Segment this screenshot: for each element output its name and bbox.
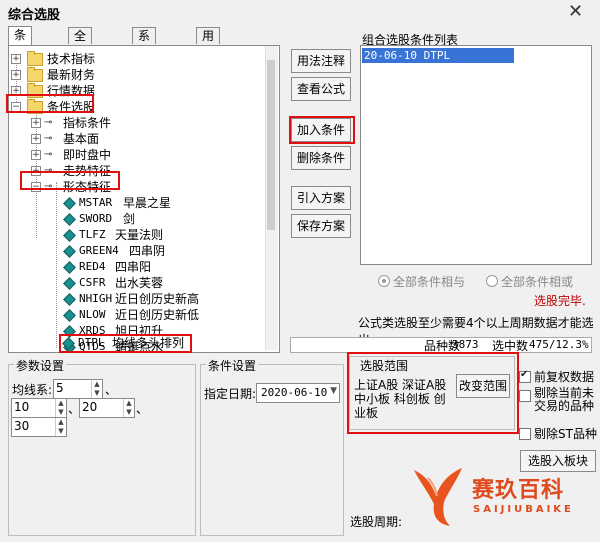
- pattern-name: 剑: [123, 212, 136, 226]
- pattern-code: TLFZ: [79, 228, 106, 241]
- pattern-name: 近日创历史新高: [115, 292, 200, 306]
- date-value: 2020-06-10: [261, 386, 328, 399]
- expand-icon[interactable]: +: [11, 54, 21, 64]
- import-plan-button[interactable]: 引入方案: [291, 186, 351, 210]
- ma-period-1: 5: [56, 381, 64, 395]
- tree-item-label: 技术指标: [47, 52, 96, 66]
- ma-period-3: 20: [82, 400, 98, 414]
- key-icon: ⊸: [44, 133, 53, 144]
- formula-icon: [63, 213, 76, 226]
- tree-item-label: 最新财务: [47, 68, 96, 82]
- ma-period-4: 30: [14, 419, 30, 433]
- highlight-box-scope: [347, 352, 519, 434]
- spinner-arrows-icon[interactable]: ▲ ▼: [55, 418, 66, 436]
- period-label: 选股周期:: [350, 515, 403, 529]
- pattern-name: 四串阳: [115, 260, 152, 274]
- ma-period-2: 10: [14, 400, 30, 414]
- formula-icon: [63, 261, 76, 274]
- variety-count: 3873: [452, 338, 479, 351]
- or-radio-label: 全部条件相或: [501, 275, 574, 289]
- condition-tree[interactable]: + 技术指标 + 最新财务 + 行情数据 − 条件选股 + ⊸ 指标条件 + ⊸…: [8, 45, 280, 353]
- pattern-name: 天量法则: [115, 228, 164, 242]
- tree-item-label: 指标条件: [63, 116, 112, 130]
- expand-icon[interactable]: +: [31, 150, 41, 160]
- separator: 、: [136, 402, 149, 416]
- pattern-code: GREEN4: [79, 244, 119, 257]
- params-group-label: 参数设置: [14, 357, 67, 374]
- exclude-untraded-label: 剔除当前未交易的品种: [534, 386, 595, 413]
- condition-settings-label: 条件设置: [206, 357, 259, 374]
- ma-period-2-spinner[interactable]: 10 ▲ ▼: [11, 398, 67, 418]
- window-title: 综合选股: [8, 8, 61, 23]
- pattern-code: RED4: [79, 260, 106, 273]
- tree-item-label: 基本面: [63, 132, 100, 146]
- title-bar: [0, 0, 600, 24]
- tab-condition-group[interactable]: 条件组: [8, 26, 33, 74]
- usage-notes-button[interactable]: 用法注释: [291, 49, 351, 73]
- pattern-name: 早晨之星: [123, 196, 172, 210]
- condition-list-item[interactable]: 20-06-10 DTPL (5,10,20,30): [362, 48, 514, 77]
- prior-rights-label: 前复权数据: [534, 370, 595, 384]
- exclude-st-label: 剔除ST品种: [534, 427, 597, 441]
- pattern-code: CSFR: [79, 276, 106, 289]
- view-formula-button[interactable]: 查看公式: [291, 77, 351, 101]
- prior-rights-checkbox[interactable]: [519, 369, 531, 383]
- formula-icon: [63, 197, 76, 210]
- date-label: 指定日期:: [204, 387, 257, 401]
- pattern-name: 近日创历史新低: [115, 308, 200, 322]
- formula-icon: [63, 293, 76, 306]
- spinner-arrows-icon[interactable]: ▲ ▼: [91, 380, 102, 398]
- expand-icon[interactable]: +: [31, 134, 41, 144]
- ma-period-4-spinner[interactable]: 30 ▲ ▼: [11, 417, 67, 437]
- expand-icon[interactable]: +: [31, 118, 41, 128]
- key-icon: ⊸: [44, 117, 53, 128]
- formula-icon: [63, 229, 76, 242]
- pattern-code: MSTAR: [79, 196, 113, 209]
- spinner-arrows-icon[interactable]: ▲ ▼: [123, 399, 134, 417]
- pattern-code: NHIGH: [79, 292, 113, 305]
- separator: 、: [105, 383, 118, 397]
- folder-icon: [27, 67, 43, 82]
- save-plan-button[interactable]: 保存方案: [291, 214, 351, 238]
- exclude-untraded-checkbox[interactable]: [519, 390, 531, 402]
- status-done: 选股完毕.: [534, 294, 586, 308]
- exclude-st-checkbox[interactable]: [519, 428, 531, 440]
- to-block-button[interactable]: 选股入板块: [520, 450, 596, 472]
- tab-user-conditions[interactable]: 用户条件: [196, 27, 221, 91]
- watermark-title: 赛玖百科: [472, 478, 565, 503]
- and-radio[interactable]: [378, 275, 390, 287]
- watermark-subtitle: SAIJIUBAIKE: [473, 504, 574, 515]
- highlight-box-condition-pick: [6, 94, 94, 113]
- pattern-code: SWORD: [79, 212, 113, 225]
- expand-icon[interactable]: +: [11, 70, 21, 80]
- key-icon: ⊸: [44, 149, 53, 160]
- ma-label: 均线系:: [12, 383, 53, 397]
- pattern-name: 四串阴: [129, 244, 166, 258]
- formula-icon: [63, 245, 76, 258]
- ma-period-3-spinner[interactable]: 20 ▲ ▼: [79, 398, 135, 418]
- highlight-box-dtpl: [59, 334, 192, 353]
- delete-condition-button[interactable]: 删除条件: [291, 146, 351, 170]
- fish-tail-logo-icon: [414, 468, 462, 526]
- tree-scrollbar-thumb[interactable]: [267, 60, 275, 230]
- tree-item-label: 即时盘中: [63, 148, 112, 162]
- selected-count: 475/12.3%: [529, 338, 589, 351]
- pattern-code: NLOW: [79, 308, 106, 321]
- close-icon[interactable]: ✕: [568, 1, 583, 22]
- or-radio[interactable]: [486, 275, 498, 287]
- formula-icon: [63, 277, 76, 290]
- tab-system-conditions[interactable]: 系统条件: [132, 27, 157, 91]
- highlight-box-pattern-features: [20, 171, 120, 190]
- and-radio-label: 全部条件相与: [393, 275, 466, 289]
- pattern-name: 出水芙蓉: [115, 276, 164, 290]
- date-picker[interactable]: 2020-06-10 ▼: [256, 383, 340, 403]
- folder-icon: [27, 51, 43, 66]
- highlight-box-add-condition: [289, 116, 355, 144]
- ma-period-1-spinner[interactable]: 5 ▲ ▼: [53, 379, 103, 399]
- formula-icon: [63, 309, 76, 322]
- condition-list[interactable]: [360, 45, 592, 265]
- tab-all-conditions[interactable]: 全部条件: [68, 27, 93, 91]
- chevron-down-icon[interactable]: ▼: [330, 386, 337, 396]
- spinner-arrows-icon[interactable]: ▲ ▼: [55, 399, 66, 417]
